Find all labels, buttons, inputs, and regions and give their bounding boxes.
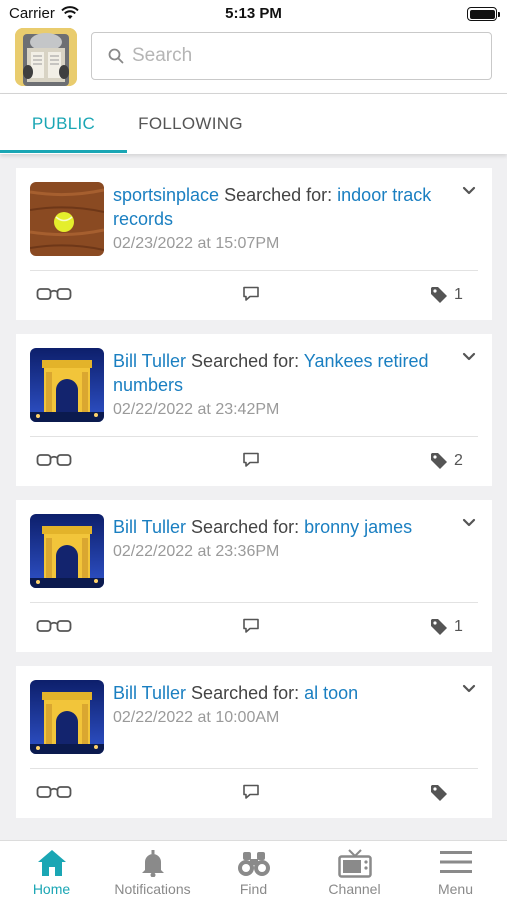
nav-label: Notifications <box>114 881 191 897</box>
activity-verb: Searched for: <box>191 683 300 703</box>
status-bar: Carrier 5:13 PM <box>0 0 507 28</box>
bottom-nav: Home Notifications Find Channel Menu <box>0 840 507 900</box>
query-link[interactable]: al toon <box>304 683 358 703</box>
tag-button[interactable]: 1 <box>430 284 482 306</box>
app-header <box>0 28 507 94</box>
search-input[interactable] <box>132 41 472 71</box>
nav-label: Find <box>239 881 268 897</box>
chevron-down-icon[interactable] <box>462 186 476 196</box>
nav-label: Menu <box>437 881 474 897</box>
tag-icon <box>431 619 447 635</box>
glasses-icon[interactable] <box>36 785 72 799</box>
tv-icon <box>337 849 372 878</box>
timestamp: 02/22/2022 at 10:00AM <box>113 709 280 726</box>
activity-text: sportsinplace Searched for: indoor track… <box>113 183 463 256</box>
tag-button[interactable] <box>430 782 482 804</box>
nav-channel[interactable]: Channel <box>304 841 405 900</box>
activity-text: Bill Tuller Searched for: bronny james 0… <box>113 515 463 564</box>
chevron-down-icon[interactable] <box>462 684 476 694</box>
tag-count: 1 <box>454 618 463 635</box>
feed-card[interactable]: Bill Tuller Searched for: Yankees retire… <box>16 334 492 486</box>
comment-icon[interactable] <box>242 452 260 468</box>
username-link[interactable]: Bill Tuller <box>113 517 186 537</box>
nav-find[interactable]: Find <box>203 841 304 900</box>
timestamp: 02/23/2022 at 15:07PM <box>113 235 280 252</box>
chevron-down-icon[interactable] <box>462 518 476 528</box>
card-divider <box>30 270 478 271</box>
activity-feed[interactable]: sportsinplace Searched for: indoor track… <box>0 155 507 840</box>
feed-card[interactable]: Bill Tuller Searched for: bronny james 0… <box>16 500 492 652</box>
feed-tabs: PUBLIC FOLLOWING <box>0 94 507 154</box>
app-logo[interactable] <box>15 28 77 86</box>
card-divider <box>30 602 478 603</box>
activity-verb: Searched for: <box>191 351 300 371</box>
glasses-icon[interactable] <box>36 453 72 467</box>
tag-button[interactable]: 1 <box>430 616 482 638</box>
home-icon <box>37 850 66 876</box>
tab-following[interactable]: FOLLOWING <box>127 94 254 154</box>
search-bar[interactable] <box>91 32 492 80</box>
username-link[interactable]: Bill Tuller <box>113 683 186 703</box>
card-divider <box>30 436 478 437</box>
nav-label: Home <box>32 881 71 897</box>
timestamp: 02/22/2022 at 23:42PM <box>113 401 280 418</box>
query-link[interactable]: bronny james <box>304 517 412 537</box>
comment-icon[interactable] <box>242 286 260 302</box>
nav-label: Channel <box>328 881 381 897</box>
avatar[interactable] <box>30 182 104 256</box>
feed-card[interactable]: Bill Tuller Searched for: al toon 02/22/… <box>16 666 492 818</box>
glasses-icon[interactable] <box>36 287 72 301</box>
username-link[interactable]: Bill Tuller <box>113 351 186 371</box>
chevron-down-icon[interactable] <box>462 352 476 362</box>
tag-button[interactable]: 2 <box>430 450 482 472</box>
tag-icon <box>431 785 447 801</box>
search-icon <box>108 48 124 64</box>
tag-count: 2 <box>454 452 463 469</box>
clock: 5:13 PM <box>225 5 282 22</box>
nav-menu[interactable]: Menu <box>405 841 506 900</box>
nav-notifications[interactable]: Notifications <box>102 841 203 900</box>
timestamp: 02/22/2022 at 23:36PM <box>113 543 280 560</box>
card-divider <box>30 768 478 769</box>
bell-icon <box>141 850 164 877</box>
activity-text: Bill Tuller Searched for: al toon 02/22/… <box>113 681 463 730</box>
hamburger-icon <box>439 851 472 873</box>
avatar[interactable] <box>30 680 104 754</box>
feed-card[interactable]: sportsinplace Searched for: indoor track… <box>16 168 492 320</box>
battery-icon <box>467 7 500 21</box>
avatar[interactable] <box>30 514 104 588</box>
comment-icon[interactable] <box>242 618 260 634</box>
username-link[interactable]: sportsinplace <box>113 185 219 205</box>
tag-count: 1 <box>454 286 463 303</box>
nav-home[interactable]: Home <box>1 841 102 900</box>
comment-icon[interactable] <box>242 784 260 800</box>
tag-icon <box>431 453 447 469</box>
avatar[interactable] <box>30 348 104 422</box>
tab-public[interactable]: PUBLIC <box>0 94 127 154</box>
tag-icon <box>431 287 447 303</box>
binoculars-icon <box>237 852 270 876</box>
activity-verb: Searched for: <box>191 517 300 537</box>
active-tab-indicator <box>0 150 127 153</box>
activity-verb: Searched for: <box>224 185 333 205</box>
glasses-icon[interactable] <box>36 619 72 633</box>
activity-text: Bill Tuller Searched for: Yankees retire… <box>113 349 463 422</box>
